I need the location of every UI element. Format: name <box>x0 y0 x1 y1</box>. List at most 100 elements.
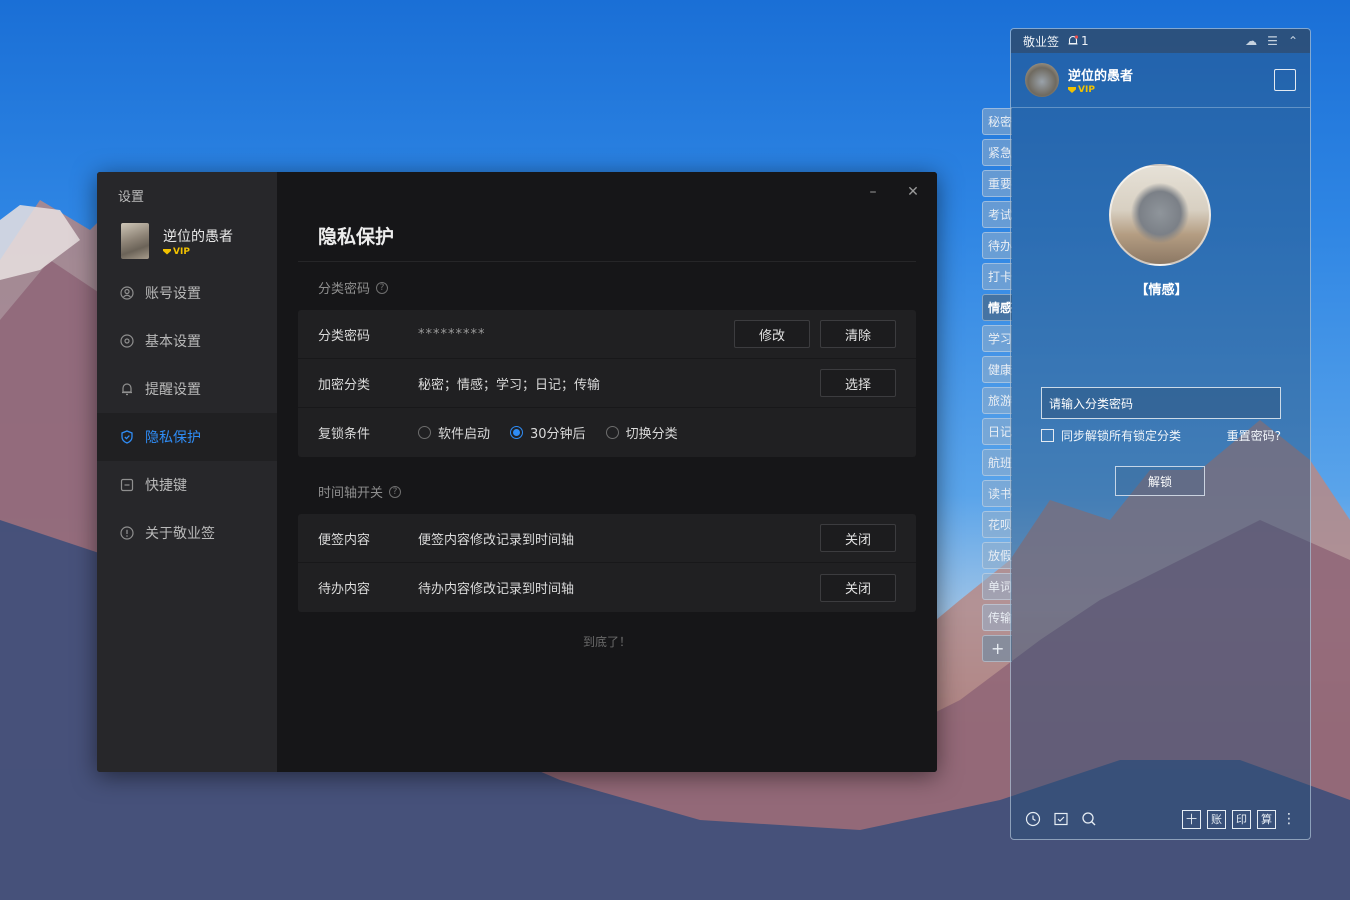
tab-urgent[interactable]: 紧急 <box>982 139 1012 166</box>
radio-label: 软件启动 <box>438 427 491 442</box>
radio-switch-category[interactable]: 切换分类 <box>605 423 678 442</box>
add-tab-button[interactable]: + <box>982 635 1012 662</box>
section-label: 分类密码 <box>318 282 371 297</box>
row-label: 分类密码 <box>318 328 371 344</box>
radio-label: 30分钟后 <box>530 427 586 442</box>
shield-icon <box>120 430 134 444</box>
stamp-button[interactable]: 印 <box>1232 809 1251 829</box>
tab-huabei[interactable]: 花呗 <box>982 511 1012 538</box>
note-content-row: 便签内容 便签内容修改记录到时间轴 关闭 <box>298 514 916 563</box>
calendar-icon[interactable] <box>1274 69 1296 91</box>
todo-timeline-toggle-button[interactable]: 关闭 <box>820 573 896 602</box>
tab-words[interactable]: 单词 <box>982 573 1012 600</box>
user-profile[interactable]: 逆位的愚者 VIP <box>121 223 233 259</box>
bell-icon <box>1068 35 1079 45</box>
category-password-input[interactable]: 请输入分类密码 <box>1041 387 1281 419</box>
row-label: 加密分类 <box>318 377 371 393</box>
window-title: 设置 <box>118 190 145 205</box>
settings-content: – ✕ 隐私保护 分类密码 ? 分类密码 ********* 修改 清除 加密分… <box>277 172 937 772</box>
tab-diary[interactable]: 日记 <box>982 418 1012 445</box>
nav-label: 关于敬业签 <box>145 526 215 542</box>
tab-transfer[interactable]: 传输 <box>982 604 1012 631</box>
modify-button[interactable]: 修改 <box>734 320 810 348</box>
keyboard-icon <box>120 478 134 492</box>
radio-selected-icon <box>510 426 524 439</box>
titlebar-actions: ☁ ☰ ⌃ <box>1245 34 1298 48</box>
nav-item-basic[interactable]: 基本设置 <box>97 317 277 365</box>
password-row: 分类密码 ********* 修改 清除 <box>298 310 916 359</box>
note-timeline-toggle-button[interactable]: 关闭 <box>820 524 896 552</box>
tab-emotion[interactable]: 情感 <box>982 294 1012 321</box>
timeline-card: 便签内容 便签内容修改记录到时间轴 关闭 待办内容 待办内容修改记录到时间轴 关… <box>298 514 916 612</box>
more-icon[interactable]: ⋮ <box>1282 811 1296 827</box>
collapse-icon[interactable]: ⌃ <box>1288 34 1298 48</box>
settings-sidebar: 设置 逆位的愚者 VIP 账号设置 基本设置 提醒设置 隐私保护 快捷键 关于敬… <box>97 172 277 772</box>
sync-unlock-checkbox[interactable] <box>1041 429 1054 442</box>
nav-item-privacy[interactable]: 隐私保护 <box>97 413 277 461</box>
locked-category-name: 【情感】 <box>1135 283 1188 298</box>
tab-reading[interactable]: 读书 <box>982 480 1012 507</box>
add-note-button[interactable]: 十 <box>1182 809 1201 829</box>
radio-30-minutes[interactable]: 30分钟后 <box>510 423 586 442</box>
info-icon <box>120 526 134 540</box>
nav-label: 账号设置 <box>145 286 201 302</box>
reset-password-link[interactable]: 重置密码? <box>1227 427 1281 444</box>
minimize-button[interactable]: – <box>863 184 883 200</box>
search-icon[interactable] <box>1081 811 1097 827</box>
tab-travel[interactable]: 旅游 <box>982 387 1012 414</box>
tab-holiday[interactable]: 放假 <box>982 542 1012 569</box>
tab-health[interactable]: 健康 <box>982 356 1012 383</box>
nav-item-reminder[interactable]: 提醒设置 <box>97 365 277 413</box>
todo-content-row: 待办内容 待办内容修改记录到时间轴 关闭 <box>298 563 916 612</box>
page-title: 隐私保护 <box>318 226 395 248</box>
ledger-button[interactable]: 账 <box>1207 809 1226 829</box>
widget-user[interactable]: 逆位的愚者 VIP <box>1025 63 1133 97</box>
radio-icon <box>418 426 431 439</box>
app-name: 敬业签 <box>1023 34 1060 49</box>
avatar <box>1025 63 1059 97</box>
tab-secret[interactable]: 秘密 <box>982 108 1012 135</box>
vip-badge: VIP <box>1068 85 1133 95</box>
sync-unlock-row: 同步解锁所有锁定分类 重置密码? <box>1041 427 1281 444</box>
user-circle-icon <box>120 286 134 300</box>
clock-icon[interactable] <box>1025 811 1041 827</box>
clear-button[interactable]: 清除 <box>820 320 896 348</box>
select-button[interactable]: 选择 <box>820 369 896 397</box>
row-description: 便签内容修改记录到时间轴 <box>418 532 575 548</box>
gear-icon <box>120 334 134 348</box>
settings-nav: 账号设置 基本设置 提醒设置 隐私保护 快捷键 关于敬业签 <box>97 269 277 557</box>
tab-exam[interactable]: 考试 <box>982 201 1012 228</box>
window-controls: – ✕ <box>863 184 923 200</box>
password-mask: ********* <box>418 326 486 342</box>
notification-button[interactable]: 1 <box>1067 34 1089 48</box>
tab-checkin[interactable]: 打卡 <box>982 263 1012 290</box>
calculator-button[interactable]: 算 <box>1257 809 1276 829</box>
help-icon[interactable]: ? <box>376 281 389 294</box>
nav-item-account[interactable]: 账号设置 <box>97 269 277 317</box>
tab-study[interactable]: 学习 <box>982 325 1012 352</box>
tab-flight[interactable]: 航班 <box>982 449 1012 476</box>
user-name: 逆位的愚者 <box>163 228 233 245</box>
section-title-category-password: 分类密码 ? <box>318 278 389 297</box>
radio-app-start[interactable]: 软件启动 <box>418 423 490 442</box>
encrypted-categories: 秘密；情感；学习；日记；传输 <box>418 377 601 393</box>
nav-label: 提醒设置 <box>145 382 201 398</box>
row-label: 待办内容 <box>318 582 371 597</box>
widget-titlebar: 敬业签 1 ☁ ☰ ⌃ <box>1011 29 1310 53</box>
tab-important[interactable]: 重要 <box>982 170 1012 197</box>
tab-todo[interactable]: 待办 <box>982 232 1012 259</box>
unlock-button[interactable]: 解锁 <box>1115 466 1205 496</box>
todo-check-icon[interactable] <box>1053 811 1069 827</box>
help-icon[interactable]: ? <box>389 485 402 498</box>
nav-item-shortcuts[interactable]: 快捷键 <box>97 461 277 509</box>
radio-icon <box>605 426 619 439</box>
avatar <box>121 223 149 259</box>
cloud-sync-icon[interactable]: ☁ <box>1245 34 1257 48</box>
nav-label: 快捷键 <box>145 478 187 494</box>
bell-icon <box>120 382 134 396</box>
nav-label: 基本设置 <box>145 334 201 350</box>
close-button[interactable]: ✕ <box>903 184 923 200</box>
row-label: 复锁条件 <box>318 427 371 442</box>
menu-icon[interactable]: ☰ <box>1267 34 1278 48</box>
nav-item-about[interactable]: 关于敬业签 <box>97 509 277 557</box>
